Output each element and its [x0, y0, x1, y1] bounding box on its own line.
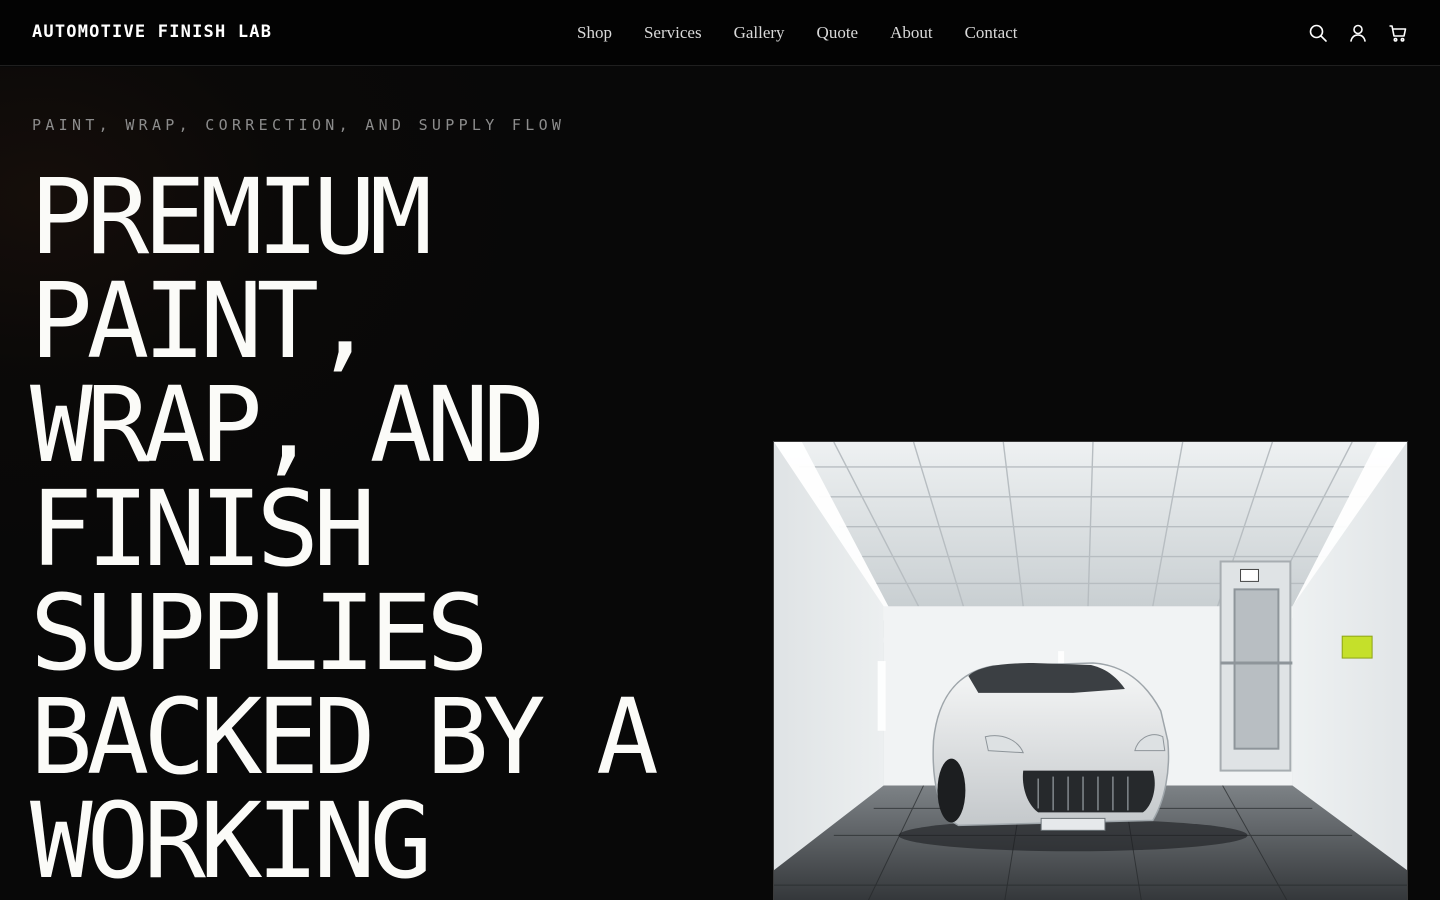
headline-line: PREMIUM: [30, 156, 432, 278]
nav-link-gallery[interactable]: Gallery: [734, 21, 785, 45]
cart-icon[interactable]: [1388, 23, 1408, 43]
headline-line: SUPPLIES: [30, 572, 489, 694]
user-icon[interactable]: [1348, 23, 1368, 43]
headline-line: WORKING: [30, 780, 432, 900]
site-header: AUTOMOTIVE FINISH LAB Shop Services Gall…: [0, 0, 1440, 66]
hero-eyebrow: PAINT, WRAP, CORRECTION, AND SUPPLY FLOW: [32, 116, 566, 134]
nav-link-contact[interactable]: Contact: [965, 21, 1018, 45]
hero-headline: PREMIUM PAINT, WRAP, AND FINISH SUPPLIES…: [30, 165, 750, 893]
nav-link-shop[interactable]: Shop: [577, 21, 612, 45]
nav-link-about[interactable]: About: [890, 21, 933, 45]
header-actions: [1308, 22, 1408, 44]
main-nav: Shop Services Gallery Quote About Contac…: [577, 21, 1017, 45]
search-icon[interactable]: [1308, 23, 1328, 43]
hero-image-paint-booth-car: [773, 441, 1408, 900]
hero-section: PAINT, WRAP, CORRECTION, AND SUPPLY FLOW…: [0, 67, 1440, 900]
headline-line: BACKED BY A: [30, 676, 659, 798]
headline-line: WRAP, AND: [30, 364, 546, 486]
nav-link-services[interactable]: Services: [644, 21, 702, 45]
headline-line: FINISH: [30, 468, 376, 590]
headline-line: PAINT,: [30, 260, 376, 382]
nav-link-quote[interactable]: Quote: [817, 21, 859, 45]
brand-logo[interactable]: AUTOMOTIVE FINISH LAB: [32, 21, 272, 43]
